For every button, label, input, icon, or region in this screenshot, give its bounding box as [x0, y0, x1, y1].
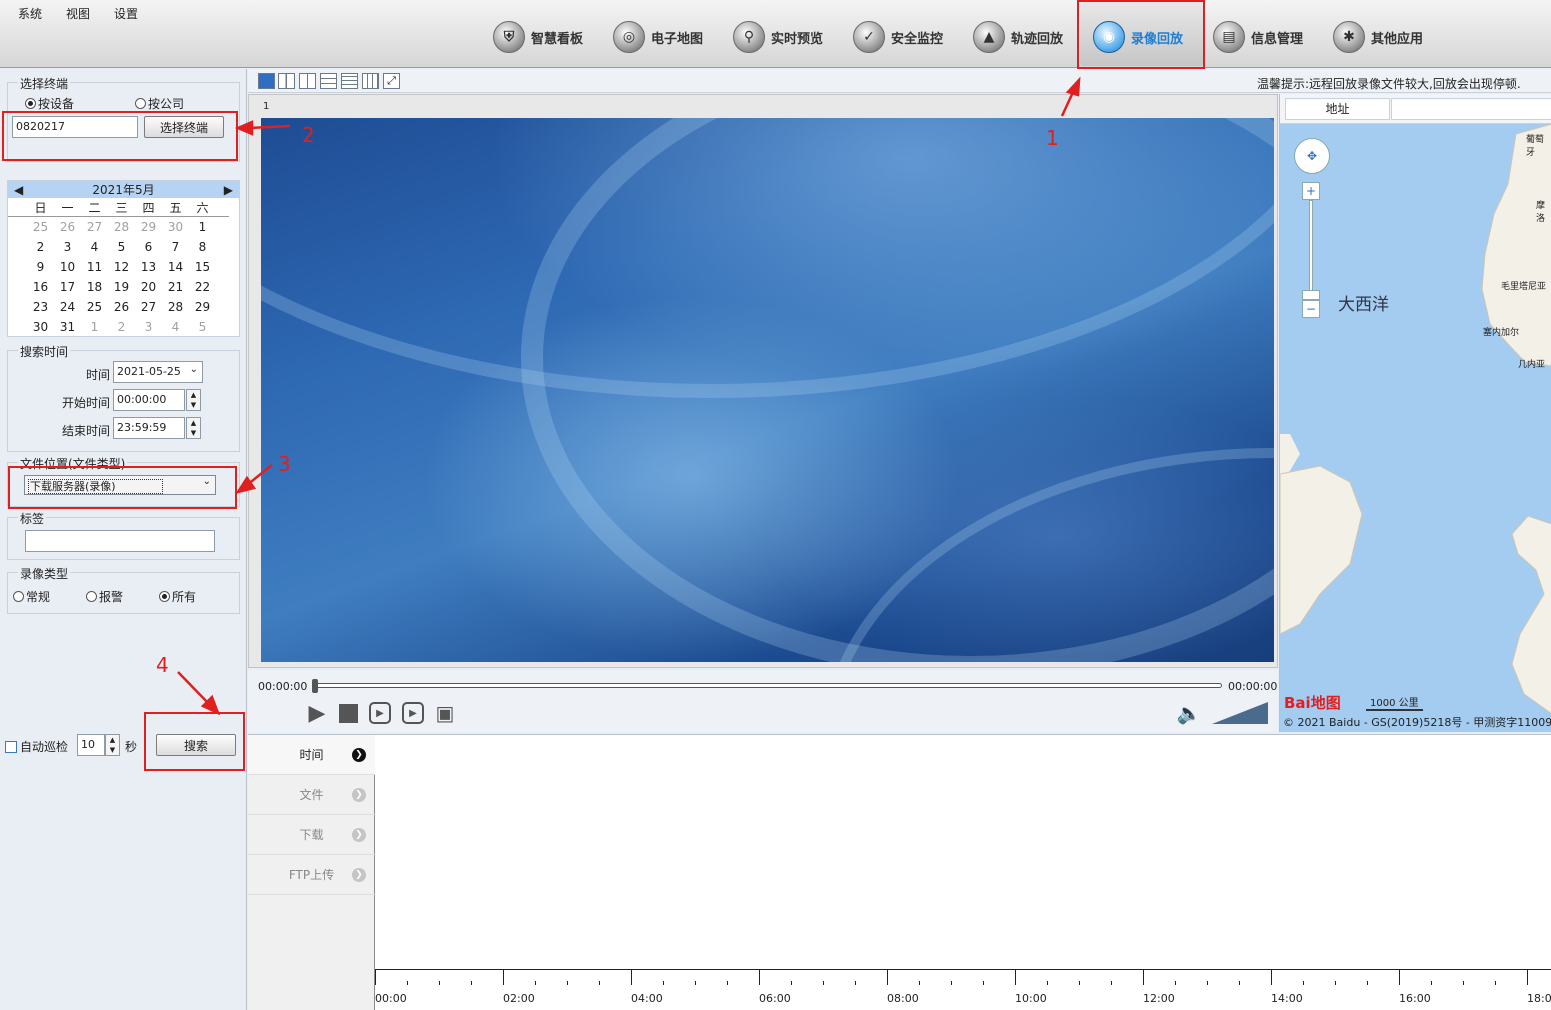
- annotation-number: 3: [278, 452, 291, 476]
- annotation-number: 1: [1046, 126, 1059, 150]
- annotation-arrows: [177, 76, 1081, 716]
- annotation-number: 2: [302, 123, 315, 147]
- annotation-number: 4: [156, 653, 169, 677]
